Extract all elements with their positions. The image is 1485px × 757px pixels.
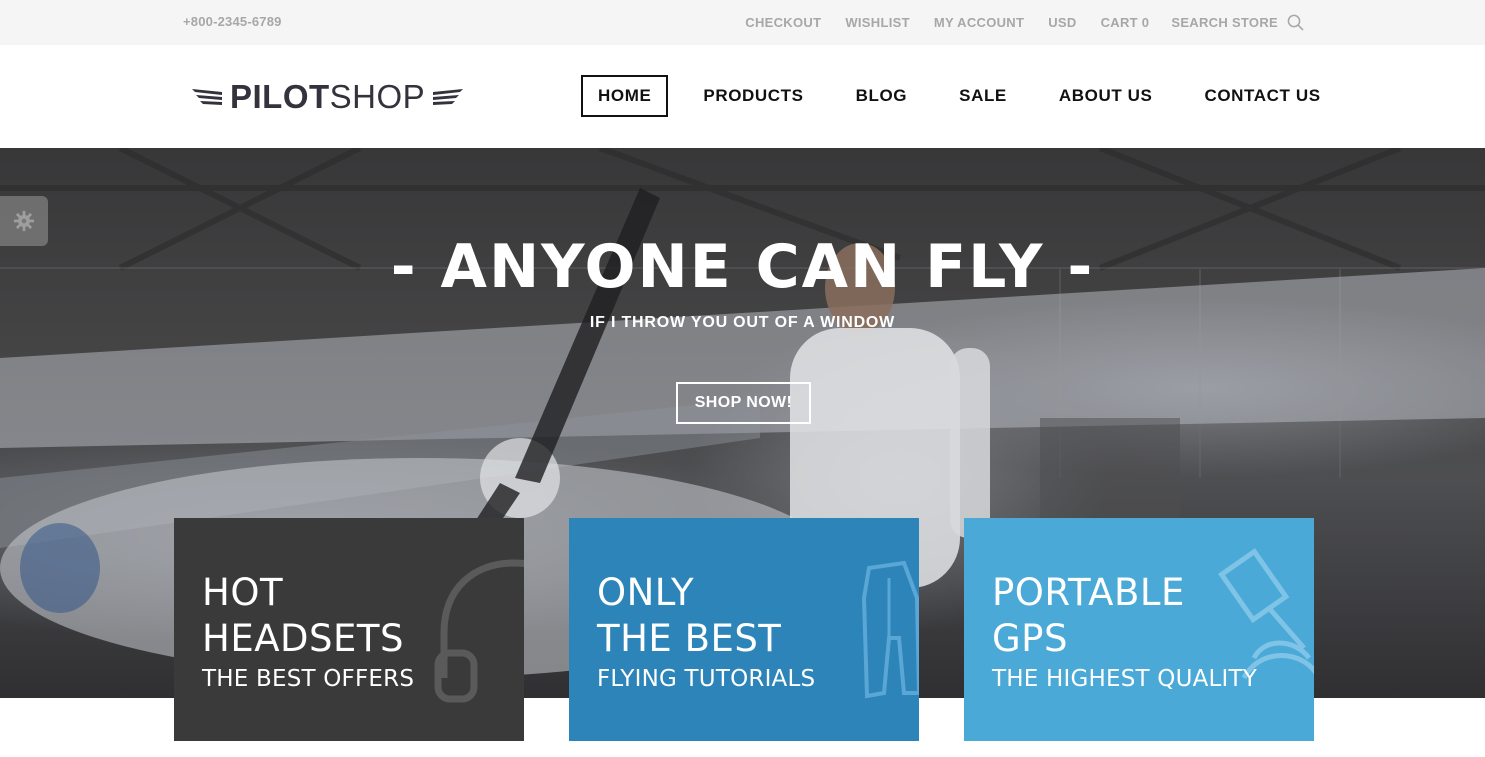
promo-card-tutorials[interactable]: ONLY THE BEST FLYING TUTORIALS bbox=[569, 518, 919, 741]
card-tagline: FLYING TUTORIALS bbox=[597, 666, 816, 692]
my-account-link[interactable]: MY ACCOUNT bbox=[934, 15, 1024, 30]
main-nav: HOME PRODUCTS BLOG SALE ABOUT US CONTACT… bbox=[581, 75, 1338, 117]
cart-link[interactable]: CART 0 bbox=[1101, 15, 1150, 30]
logo-text: PILOT SHOP bbox=[230, 78, 425, 116]
nav-contact-us[interactable]: CONTACT US bbox=[1187, 75, 1337, 117]
nav-sale[interactable]: SALE bbox=[942, 75, 1024, 117]
main-header: PILOT SHOP HOME PRODUCTS BLOG SALE ABOUT … bbox=[0, 45, 1485, 148]
card-tagline: THE BEST OFFERS bbox=[202, 666, 415, 692]
search-icon[interactable] bbox=[1287, 14, 1304, 31]
nav-about-us[interactable]: ABOUT US bbox=[1042, 75, 1170, 117]
left-wing-icon bbox=[192, 89, 222, 105]
hero-title: - ANYONE CAN FLY - bbox=[390, 232, 1095, 302]
currency-selector[interactable]: USD bbox=[1048, 15, 1076, 30]
nav-blog[interactable]: BLOG bbox=[839, 75, 925, 117]
pilot-suit-icon bbox=[861, 560, 919, 699]
logo-light-text: SHOP bbox=[329, 78, 426, 115]
card-tagline: THE HIGHEST QUALITY bbox=[992, 666, 1258, 692]
search-store[interactable]: SEARCH STORE bbox=[1171, 14, 1304, 31]
phone-number: +800-2345-6789 bbox=[183, 14, 282, 29]
top-utility-bar: +800-2345-6789 CHECKOUT WISHLIST MY ACCO… bbox=[0, 0, 1485, 45]
checkout-link[interactable]: CHECKOUT bbox=[745, 15, 821, 30]
gear-icon[interactable] bbox=[13, 210, 35, 232]
card-headline-line2: GPS bbox=[992, 617, 1068, 660]
card-headline-line1: ONLY bbox=[597, 571, 695, 614]
top-links: CHECKOUT WISHLIST MY ACCOUNT USD CART 0 … bbox=[745, 0, 1304, 45]
site-logo[interactable]: PILOT SHOP bbox=[192, 77, 464, 117]
promo-card-headsets[interactable]: HOT HEADSETS THE BEST OFFERS bbox=[174, 518, 524, 741]
right-wing-icon bbox=[433, 89, 464, 105]
wishlist-link[interactable]: WISHLIST bbox=[845, 15, 910, 30]
nav-home[interactable]: HOME bbox=[581, 75, 669, 117]
search-store-label[interactable]: SEARCH STORE bbox=[1171, 15, 1278, 30]
headset-icon bbox=[434, 559, 524, 703]
card-headline-line1: PORTABLE bbox=[992, 571, 1185, 614]
shop-now-button[interactable]: SHOP NOW! bbox=[676, 382, 811, 424]
hero-subtitle: IF I THROW YOU OUT OF A WINDOW bbox=[589, 314, 896, 331]
promo-card-gps[interactable]: PORTABLE GPS THE HIGHEST QUALITY bbox=[964, 518, 1314, 741]
logo-bold-text: PILOT bbox=[230, 78, 330, 115]
card-headline-line1: HOT bbox=[202, 571, 284, 614]
card-headline-line2: HEADSETS bbox=[202, 617, 404, 660]
nav-products[interactable]: PRODUCTS bbox=[686, 75, 820, 117]
card-headline-line2: THE BEST bbox=[597, 617, 782, 660]
